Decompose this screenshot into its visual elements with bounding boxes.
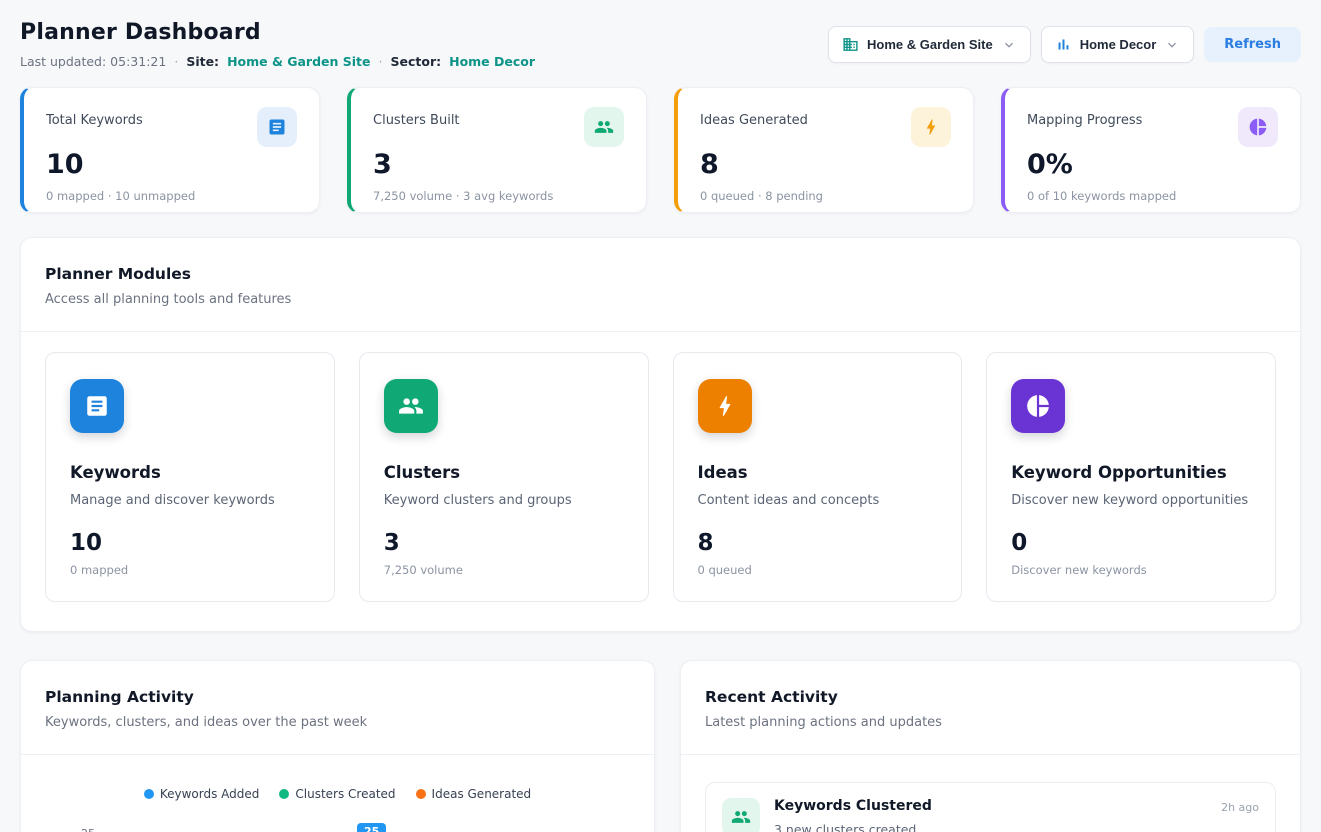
meta-separator: · bbox=[174, 54, 178, 69]
module-detail: 0 queued bbox=[698, 563, 938, 577]
module-detail: 7,250 volume bbox=[384, 563, 624, 577]
header-left: Planner Dashboard Last updated: 05:31:21… bbox=[20, 20, 535, 69]
stat-label: Ideas Generated bbox=[700, 107, 808, 128]
legend-dot bbox=[416, 789, 426, 799]
header-controls: Home & Garden Site Home Decor Refresh bbox=[828, 26, 1301, 63]
legend-label: Clusters Created bbox=[295, 787, 395, 801]
legend-item-keywords-added: Keywords Added bbox=[144, 787, 260, 801]
stat-detail: 7,250 volume · 3 avg keywords bbox=[373, 189, 624, 203]
legend-label: Ideas Generated bbox=[432, 787, 532, 801]
planning-activity-title: Planning Activity bbox=[45, 688, 630, 706]
module-detail: 0 mapped bbox=[70, 563, 310, 577]
last-updated-text: Last updated: 05:31:21 bbox=[20, 54, 166, 69]
module-title: Ideas bbox=[698, 463, 938, 482]
stat-card-ideas-generated: Ideas Generated 8 0 queued · 8 pending bbox=[674, 87, 974, 213]
chart-y-tick: 25 bbox=[81, 827, 95, 832]
module-title: Keyword Opportunities bbox=[1011, 463, 1251, 482]
stat-value: 10 bbox=[46, 149, 297, 180]
module-card-ideas[interactable]: Ideas Content ideas and concepts 8 0 que… bbox=[673, 352, 963, 602]
sector-selector-button[interactable]: Home Decor bbox=[1041, 26, 1195, 63]
bar-chart-icon bbox=[1055, 36, 1072, 53]
activity-title: Keywords Clustered bbox=[774, 798, 1207, 814]
modules-grid: Keywords Manage and discover keywords 10… bbox=[21, 332, 1300, 631]
stats-row: Total Keywords 10 0 mapped · 10 unmapped… bbox=[20, 87, 1301, 213]
module-detail: Discover new keywords bbox=[1011, 563, 1251, 577]
site-selector-button[interactable]: Home & Garden Site bbox=[828, 26, 1031, 63]
chart-legend: Keywords Added Clusters Created Ideas Ge… bbox=[45, 787, 630, 801]
activity-chart: 25 25 24 bbox=[45, 819, 630, 832]
recent-activity-title: Recent Activity bbox=[705, 688, 1276, 706]
building-icon bbox=[842, 36, 859, 53]
stat-detail: 0 mapped · 10 unmapped bbox=[46, 189, 297, 203]
legend-label: Keywords Added bbox=[160, 787, 260, 801]
chevron-down-icon bbox=[1164, 37, 1180, 53]
stat-card-total-keywords: Total Keywords 10 0 mapped · 10 unmapped bbox=[20, 87, 320, 213]
stat-label: Mapping Progress bbox=[1027, 107, 1142, 128]
module-value: 8 bbox=[698, 530, 938, 556]
stat-value: 0% bbox=[1027, 149, 1278, 180]
activity-time: 2h ago bbox=[1221, 798, 1259, 814]
module-title: Keywords bbox=[70, 463, 310, 482]
document-icon bbox=[70, 379, 124, 433]
sector-selector-label: Home Decor bbox=[1080, 37, 1157, 52]
modules-subtitle: Access all planning tools and features bbox=[45, 292, 1276, 307]
sector-label: Sector: bbox=[390, 54, 441, 69]
module-title: Clusters bbox=[384, 463, 624, 482]
refresh-button[interactable]: Refresh bbox=[1204, 27, 1301, 62]
recent-activity-card: Recent Activity Latest planning actions … bbox=[680, 660, 1301, 832]
module-value: 10 bbox=[70, 530, 310, 556]
pie-chart-icon bbox=[1238, 107, 1278, 147]
site-label: Site: bbox=[186, 54, 219, 69]
legend-item-clusters-created: Clusters Created bbox=[279, 787, 395, 801]
users-icon bbox=[584, 107, 624, 147]
module-value: 0 bbox=[1011, 530, 1251, 556]
pie-chart-icon bbox=[1011, 379, 1065, 433]
module-card-keywords[interactable]: Keywords Manage and discover keywords 10… bbox=[45, 352, 335, 602]
stat-detail: 0 of 10 keywords mapped bbox=[1027, 189, 1278, 203]
bottom-row: Planning Activity Keywords, clusters, an… bbox=[20, 660, 1301, 832]
document-icon bbox=[257, 107, 297, 147]
planning-activity-card: Planning Activity Keywords, clusters, an… bbox=[20, 660, 655, 832]
planner-dashboard: Planner Dashboard Last updated: 05:31:21… bbox=[0, 0, 1321, 832]
recent-activity-list: Keywords Clustered 3 new clusters create… bbox=[681, 755, 1300, 832]
module-description: Keyword clusters and groups bbox=[384, 493, 624, 508]
chart-point-label: 25 bbox=[357, 823, 386, 832]
site-selector-label: Home & Garden Site bbox=[867, 37, 993, 52]
stat-value: 8 bbox=[700, 149, 951, 180]
meta-separator: · bbox=[379, 54, 383, 69]
users-icon bbox=[722, 798, 760, 832]
module-value: 3 bbox=[384, 530, 624, 556]
modules-title: Planner Modules bbox=[45, 265, 1276, 283]
legend-dot bbox=[144, 789, 154, 799]
users-icon bbox=[384, 379, 438, 433]
activity-description: 3 new clusters created bbox=[774, 822, 1207, 832]
header-meta: Last updated: 05:31:21 · Site: Home & Ga… bbox=[20, 54, 535, 69]
activity-item-keywords-clustered: Keywords Clustered 3 new clusters create… bbox=[705, 782, 1276, 832]
bolt-icon bbox=[911, 107, 951, 147]
module-card-keyword-opportunities[interactable]: Keyword Opportunities Discover new keywo… bbox=[986, 352, 1276, 602]
stat-value: 3 bbox=[373, 149, 624, 180]
module-description: Content ideas and concepts bbox=[698, 493, 938, 508]
stat-label: Total Keywords bbox=[46, 107, 143, 128]
legend-dot bbox=[279, 789, 289, 799]
planning-activity-subtitle: Keywords, clusters, and ideas over the p… bbox=[45, 715, 630, 730]
dashboard-header: Planner Dashboard Last updated: 05:31:21… bbox=[20, 20, 1301, 69]
bolt-icon bbox=[698, 379, 752, 433]
legend-item-ideas-generated: Ideas Generated bbox=[416, 787, 532, 801]
stat-card-mapping-progress: Mapping Progress 0% 0 of 10 keywords map… bbox=[1001, 87, 1301, 213]
sector-link[interactable]: Home Decor bbox=[449, 54, 535, 69]
stat-label: Clusters Built bbox=[373, 107, 460, 128]
module-description: Discover new keyword opportunities bbox=[1011, 493, 1251, 508]
chevron-down-icon bbox=[1001, 37, 1017, 53]
planner-modules-section: Planner Modules Access all planning tool… bbox=[20, 237, 1301, 632]
module-card-clusters[interactable]: Clusters Keyword clusters and groups 3 7… bbox=[359, 352, 649, 602]
recent-activity-subtitle: Latest planning actions and updates bbox=[705, 715, 1276, 730]
site-link[interactable]: Home & Garden Site bbox=[227, 54, 370, 69]
module-description: Manage and discover keywords bbox=[70, 493, 310, 508]
stat-detail: 0 queued · 8 pending bbox=[700, 189, 951, 203]
page-title: Planner Dashboard bbox=[20, 20, 535, 45]
stat-card-clusters-built: Clusters Built 3 7,250 volume · 3 avg ke… bbox=[347, 87, 647, 213]
